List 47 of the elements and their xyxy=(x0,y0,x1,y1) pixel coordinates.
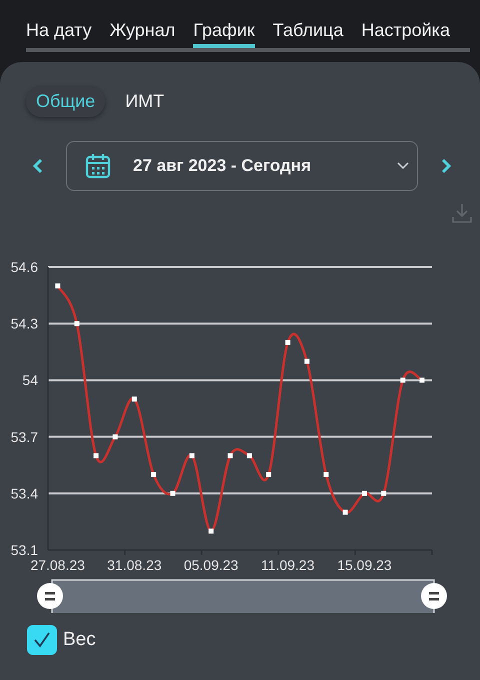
checkbox[interactable] xyxy=(27,625,57,655)
data-point xyxy=(132,396,137,402)
y-axis-label: 53.7 xyxy=(10,428,38,445)
tab[interactable]: Журнал xyxy=(110,14,176,48)
data-point xyxy=(208,528,214,534)
data-point xyxy=(246,453,252,458)
y-axis-label: 54.6 xyxy=(10,259,38,275)
check-icon xyxy=(33,631,51,649)
data-point xyxy=(400,378,406,383)
segment-tab[interactable]: ИМТ xyxy=(115,86,174,117)
range-handle[interactable] xyxy=(421,583,447,609)
data-point xyxy=(342,510,348,515)
data-point xyxy=(170,490,176,496)
data-point xyxy=(381,490,386,496)
data-point xyxy=(304,358,310,364)
date-range-dropdown[interactable]: 27 авг 2023 - Сегодня xyxy=(66,141,418,191)
data-point xyxy=(362,490,367,496)
x-axis-label: 31.08.23 xyxy=(107,557,162,573)
legend-label: Вес xyxy=(63,629,96,651)
y-axis-label: 54 xyxy=(22,372,38,388)
segment-tab[interactable]: Общие xyxy=(26,86,106,117)
tab[interactable]: Таблица xyxy=(272,14,344,48)
tab[interactable]: Настройка xyxy=(361,14,450,48)
y-axis-label: 53.1 xyxy=(10,542,38,558)
range-handle[interactable] xyxy=(37,583,63,609)
data-point xyxy=(420,378,424,383)
y-axis-label: 53.4 xyxy=(10,485,38,502)
data-point xyxy=(266,472,272,478)
calendar-icon xyxy=(85,153,111,179)
data-point xyxy=(285,340,290,345)
data-point xyxy=(228,453,233,458)
x-axis-label: 11.09.23 xyxy=(261,557,315,573)
y-axis-label: 54.3 xyxy=(10,316,38,332)
data-point xyxy=(151,472,156,478)
data-point xyxy=(112,434,118,440)
tab[interactable]: На дату xyxy=(26,14,92,48)
data-point xyxy=(74,321,80,326)
data-point xyxy=(189,453,194,458)
data-point xyxy=(324,472,329,478)
data-point xyxy=(94,453,99,458)
tab[interactable]: График xyxy=(193,14,255,48)
chevron-down-icon xyxy=(397,162,409,170)
x-axis-label: 27.08.23 xyxy=(30,557,85,573)
data-point xyxy=(55,283,60,288)
x-axis-label: 15.09.23 xyxy=(337,557,392,573)
x-axis-label: 05.09.23 xyxy=(184,557,238,573)
date-range-value: 27 авг 2023 - Сегодня xyxy=(133,156,312,176)
